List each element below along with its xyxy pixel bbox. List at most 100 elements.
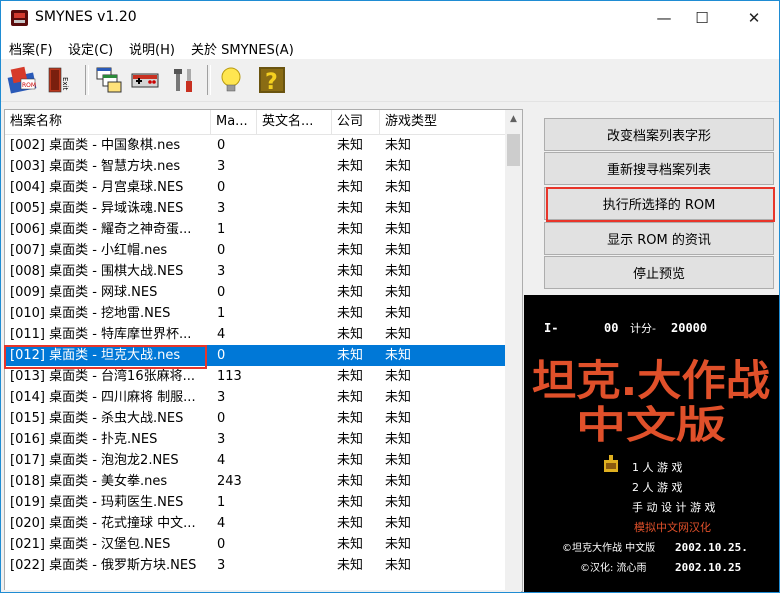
table-row[interactable]: [018] 桌面类 - 美女拳.nes 243 未知 未知 [5,471,505,492]
maximize-button[interactable]: ☐ [679,1,725,35]
cell-company: 未知 [337,516,364,531]
column-header-english-name[interactable]: 英文名... [257,110,332,134]
svg-text:ROM: ROM [22,82,36,89]
table-row[interactable]: [011] 桌面类 - 特库摩世界杯... 4 未知 未知 [5,324,505,345]
preview-menu-construction: 手 动 设 计 游 戏 [632,500,715,514]
cell-game-type: 未知 [385,348,412,363]
cell-mapper: 0 [217,138,226,153]
cell-filename: [008] 桌面类 - 围棋大战.NES [10,264,184,279]
rom-open-icon: ROM [7,66,37,94]
cell-filename: [003] 桌面类 - 智慧方块.nes [10,159,181,174]
table-row[interactable]: [014] 桌面类 - 四川麻将 制服... 3 未知 未知 [5,387,505,408]
cell-mapper: 3 [217,159,226,174]
stop-preview-button[interactable]: 停止预览 [544,256,774,289]
preview-hud-label: 计分- [630,322,656,335]
cell-company: 未知 [337,180,364,195]
help-button[interactable]: ? [256,64,288,96]
show-rom-info-button[interactable]: 显示 ROM 的资讯 [544,222,774,255]
game-preview: I- 00 计分- 20000 坦克.大作战 中文版 1 人 游 戏 2 人 游… [524,295,779,592]
cell-game-type: 未知 [385,474,412,489]
menu-file[interactable]: 档案(F) [9,39,53,58]
cell-company: 未知 [337,495,364,510]
open-rom-button[interactable]: ROM [6,64,38,96]
cell-game-type: 未知 [385,411,412,426]
cell-filename: [005] 桌面类 - 异域诛魂.NES [10,201,184,216]
column-header-mapper[interactable]: Ma... [211,110,257,134]
column-header-game-type[interactable]: 游戏类型 [380,110,507,134]
table-row[interactable]: [008] 桌面类 - 围棋大战.NES 3 未知 未知 [5,261,505,282]
app-icon[interactable] [11,10,28,26]
rescan-list-button[interactable]: 重新搜寻档案列表 [544,152,774,185]
windows-icon [96,67,122,93]
change-font-button[interactable]: 改变档案列表字形 [544,118,774,151]
table-row[interactable]: [017] 桌面类 - 泡泡龙2.NES 4 未知 未知 [5,450,505,471]
table-row[interactable]: [019] 桌面类 - 玛莉医生.NES 1 未知 未知 [5,492,505,513]
cell-game-type: 未知 [385,453,412,468]
preview-credit-group: 模拟中文网汉化 [634,520,711,534]
scroll-thumb[interactable] [507,134,520,166]
tips-button[interactable] [215,64,247,96]
menu-help[interactable]: 说明(H) [129,39,175,58]
preview-menu-2player: 2 人 游 戏 [632,481,683,494]
title-bar[interactable]: SMYNES v1.20 — ☐ ✕ [1,1,779,35]
table-row[interactable]: [016] 桌面类 - 扑克.NES 3 未知 未知 [5,429,505,450]
cell-game-type: 未知 [385,495,412,510]
cell-filename: [010] 桌面类 - 挖地雷.NES [10,306,171,321]
exit-button[interactable]: Exit [43,64,75,96]
cell-company: 未知 [337,432,364,447]
cell-game-type: 未知 [385,201,412,216]
preview-logo-line2: 中文版 [576,403,726,447]
cell-mapper: 1 [217,306,226,321]
toolbar-separator [207,65,211,95]
column-header-company[interactable]: 公司 [332,110,380,134]
cell-mapper: 243 [217,474,242,489]
window-mode-button[interactable] [93,64,125,96]
svg-text:?: ? [265,70,278,95]
scroll-up-icon[interactable]: ▲ [505,110,522,127]
column-header-filename[interactable]: 档案名称 [5,110,211,134]
tools-icon [174,69,192,92]
cell-filename: [014] 桌面类 - 四川麻将 制服... [10,390,196,405]
cell-company: 未知 [337,222,364,237]
table-row[interactable]: [010] 桌面类 - 挖地雷.NES 1 未知 未知 [5,303,505,324]
menu-about[interactable]: 关於 SMYNES(A) [191,39,294,58]
controller-settings-button[interactable] [129,64,161,96]
table-row[interactable]: [006] 桌面类 - 耀奇之神奇蛋... 1 未知 未知 [5,219,505,240]
table-row[interactable]: [002] 桌面类 - 中国象棋.nes 0 未知 未知 [5,135,505,156]
table-row[interactable]: [013] 桌面类 - 台湾16张麻将... 113 未知 未知 [5,366,505,387]
cell-game-type: 未知 [385,138,412,153]
cell-company: 未知 [337,243,364,258]
menu-settings[interactable]: 设定(C) [68,39,113,58]
cell-filename: [011] 桌面类 - 特库摩世界杯... [10,327,192,342]
minimize-icon: — [656,9,672,27]
table-row[interactable]: [005] 桌面类 - 异域诛魂.NES 3 未知 未知 [5,198,505,219]
cell-mapper: 3 [217,264,226,279]
table-row[interactable]: [007] 桌面类 - 小红帽.nes 0 未知 未知 [5,240,505,261]
cell-game-type: 未知 [385,285,412,300]
vertical-scrollbar[interactable]: ▲ [505,110,522,591]
cell-company: 未知 [337,285,364,300]
table-row[interactable]: [022] 桌面类 - 俄罗斯方块.NES 3 未知 未知 [5,555,505,576]
cell-mapper: 4 [217,453,226,468]
table-row[interactable]: [004] 桌面类 - 月宫桌球.NES 0 未知 未知 [5,177,505,198]
table-row[interactable]: [021] 桌面类 - 汉堡包.NES 0 未知 未知 [5,534,505,555]
table-row[interactable]: [015] 桌面类 - 杀虫大战.NES 0 未知 未知 [5,408,505,429]
cell-company: 未知 [337,201,364,216]
cell-mapper: 113 [217,369,242,384]
cell-mapper: 3 [217,432,226,447]
table-row[interactable]: [003] 桌面类 - 智慧方块.nes 3 未知 未知 [5,156,505,177]
close-button[interactable]: ✕ [731,1,777,35]
svg-text:Exit: Exit [61,77,69,91]
table-row[interactable]: [009] 桌面类 - 网球.NES 0 未知 未知 [5,282,505,303]
cell-filename: [006] 桌面类 - 耀奇之神奇蛋... [10,222,192,237]
table-row[interactable]: [020] 桌面类 - 花式撞球 中文... 4 未知 未知 [5,513,505,534]
cell-company: 未知 [337,327,364,342]
cell-mapper: 1 [217,222,226,237]
lightbulb-icon [221,67,241,92]
cell-game-type: 未知 [385,243,412,258]
cell-game-type: 未知 [385,369,412,384]
preview-menu-1player: 1 人 游 戏 [632,461,683,474]
exit-icon: Exit [48,67,69,93]
preview-hud-hiscore: 20000 [671,321,707,335]
tools-button[interactable] [168,64,200,96]
